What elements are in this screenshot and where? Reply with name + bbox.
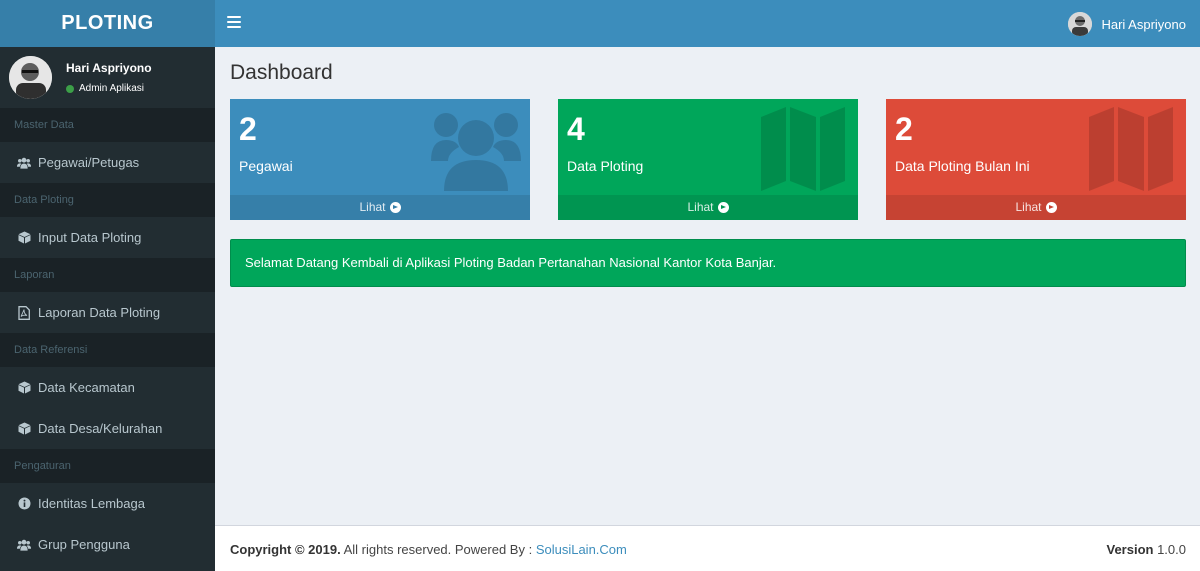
info-circle-icon [17,497,31,511]
stat-label: Data Ploting Bulan Ini [895,158,1030,174]
stat-label: Data Ploting [567,158,644,174]
arrow-circle-right-icon [389,202,401,213]
users-icon [17,538,31,552]
welcome-alert: Selamat Datang Kembali di Aplikasi Ploti… [230,239,1186,287]
sidebar-item-grup-pengguna[interactable]: Grup Pengguna [0,524,215,565]
sidebar-item-data-desa-kelurahan[interactable]: Data Desa/Kelurahan [0,408,215,449]
footer-copyright: Copyright © 2019. All rights reserved. P… [230,542,627,557]
menu-header-pengaturan: Pengaturan [0,449,215,483]
sidebar-item-label: Data Kecamatan [38,380,135,395]
navbar-user-name: Hari Aspriyono [1101,16,1186,32]
version-value: 1.0.0 [1153,542,1186,557]
sidebar-item-label: Identitas Lembaga [38,496,145,511]
top-navbar: Hari Aspriyono [215,0,1200,47]
copyright-text: Copyright © 2019. [230,542,341,557]
stat-label: Pegawai [239,158,293,174]
users-icon [17,156,31,170]
sidebar-user-role: Admin Aplikasi [79,83,145,94]
stat-box-data-ploting-bulan-ini: 2 Data Ploting Bulan Ini Lihat [886,99,1186,220]
online-status-icon [66,84,74,93]
sidebar-item-label: Input Data Ploting [38,230,142,245]
more-info-link[interactable]: Lihat [558,195,858,220]
sidebar-user-name: Hari Aspriyono [66,61,152,75]
app-logo[interactable]: PLOTING [0,0,215,47]
arrow-circle-right-icon [1045,202,1057,213]
navbar-user-menu[interactable]: Hari Aspriyono [1068,12,1186,36]
menu-header-laporan: Laporan [0,258,215,292]
version-label: Version [1106,542,1154,557]
menu-header-data-ploting: Data Ploting [0,183,215,217]
more-info-label: Lihat [359,200,386,214]
page-title: Dashboard [230,61,333,84]
powered-by-link[interactable]: SolusiLain.Com [536,542,627,557]
sidebar-toggle-icon[interactable] [227,16,241,28]
more-info-label: Lihat [687,200,714,214]
avatar [1068,12,1093,36]
arrow-circle-right-icon [717,202,729,213]
more-info-label: Lihat [1015,200,1042,214]
stat-count: 4 [567,111,585,147]
users-icon [431,105,521,191]
menu-header-master-data: Master Data [0,108,215,142]
rights-text: All rights reserved. Powered By : [340,542,536,557]
cube-icon [17,231,31,245]
footer-version: Version 1.0.0 [1107,542,1187,557]
menu-header-data-referensi: Data Referensi [0,333,215,367]
sidebar-item-label: Pegawai/Petugas [38,155,140,170]
sidebar-user-status: Admin Aplikasi [66,83,144,94]
sidebar-item-data-kecamatan[interactable]: Data Kecamatan [0,367,215,408]
stat-box-data-ploting: 4 Data Ploting Lihat [558,99,858,220]
sidebar-item-label: Grup Pengguna [38,537,130,552]
avatar [9,56,52,99]
sidebar-item-identitas-lembaga[interactable]: Identitas Lembaga [0,483,215,524]
pdf-file-icon [17,305,31,320]
user-panel: Hari Aspriyono Admin Aplikasi [0,47,215,108]
sidebar-item-input-data-ploting[interactable]: Input Data Ploting [0,217,215,258]
more-info-link[interactable]: Lihat [230,195,530,220]
stat-count: 2 [895,111,913,147]
map-icon [759,105,849,191]
cube-icon [17,422,31,436]
cube-icon [17,381,31,395]
stat-box-pegawai: 2 Pegawai Lihat [230,99,530,220]
sidebar: Hari Aspriyono Admin Aplikasi Master Dat… [0,47,215,571]
sidebar-item-label: Laporan Data Ploting [38,305,161,320]
map-icon [1087,105,1177,191]
sidebar-item-laporan-data-ploting[interactable]: Laporan Data Ploting [0,292,215,333]
sidebar-item-pegawai[interactable]: Pegawai/Petugas [0,142,215,183]
stat-count: 2 [239,111,257,147]
more-info-link[interactable]: Lihat [886,195,1186,220]
page-footer: Copyright © 2019. All rights reserved. P… [215,525,1200,571]
sidebar-item-label: Data Desa/Kelurahan [38,421,163,436]
